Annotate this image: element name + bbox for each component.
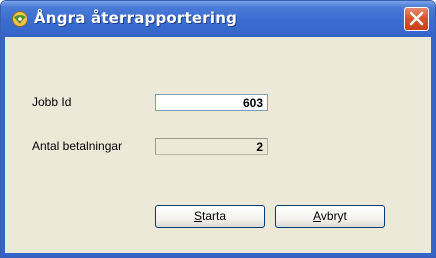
- job-id-field[interactable]: 603: [155, 94, 268, 111]
- title-bar[interactable]: Ångra återrapportering: [1, 1, 435, 37]
- start-button-label: tarta: [202, 209, 227, 223]
- close-icon: [409, 11, 424, 26]
- cancel-button-label: vbryt: [320, 209, 347, 223]
- dialog-body: Jobb Id 603 Antal betalningar 2 Starta A…: [5, 37, 431, 253]
- close-button[interactable]: [404, 7, 429, 31]
- start-button-accel: S: [193, 209, 202, 223]
- payments-label: Antal betalningar: [32, 139, 123, 153]
- payments-count-field: 2: [155, 138, 268, 155]
- app-icon: [11, 10, 29, 28]
- job-id-label: Jobb Id: [32, 95, 72, 109]
- window-title: Ångra återrapportering: [34, 9, 238, 27]
- frame-right: [431, 37, 435, 257]
- start-button[interactable]: Starta: [155, 205, 265, 228]
- cancel-button-accel: A: [313, 209, 321, 223]
- dialog-window: Ångra återrapportering Jobb Id 603 Antal…: [0, 0, 436, 258]
- cancel-button[interactable]: Avbryt: [275, 205, 385, 228]
- frame-bottom: [1, 253, 435, 257]
